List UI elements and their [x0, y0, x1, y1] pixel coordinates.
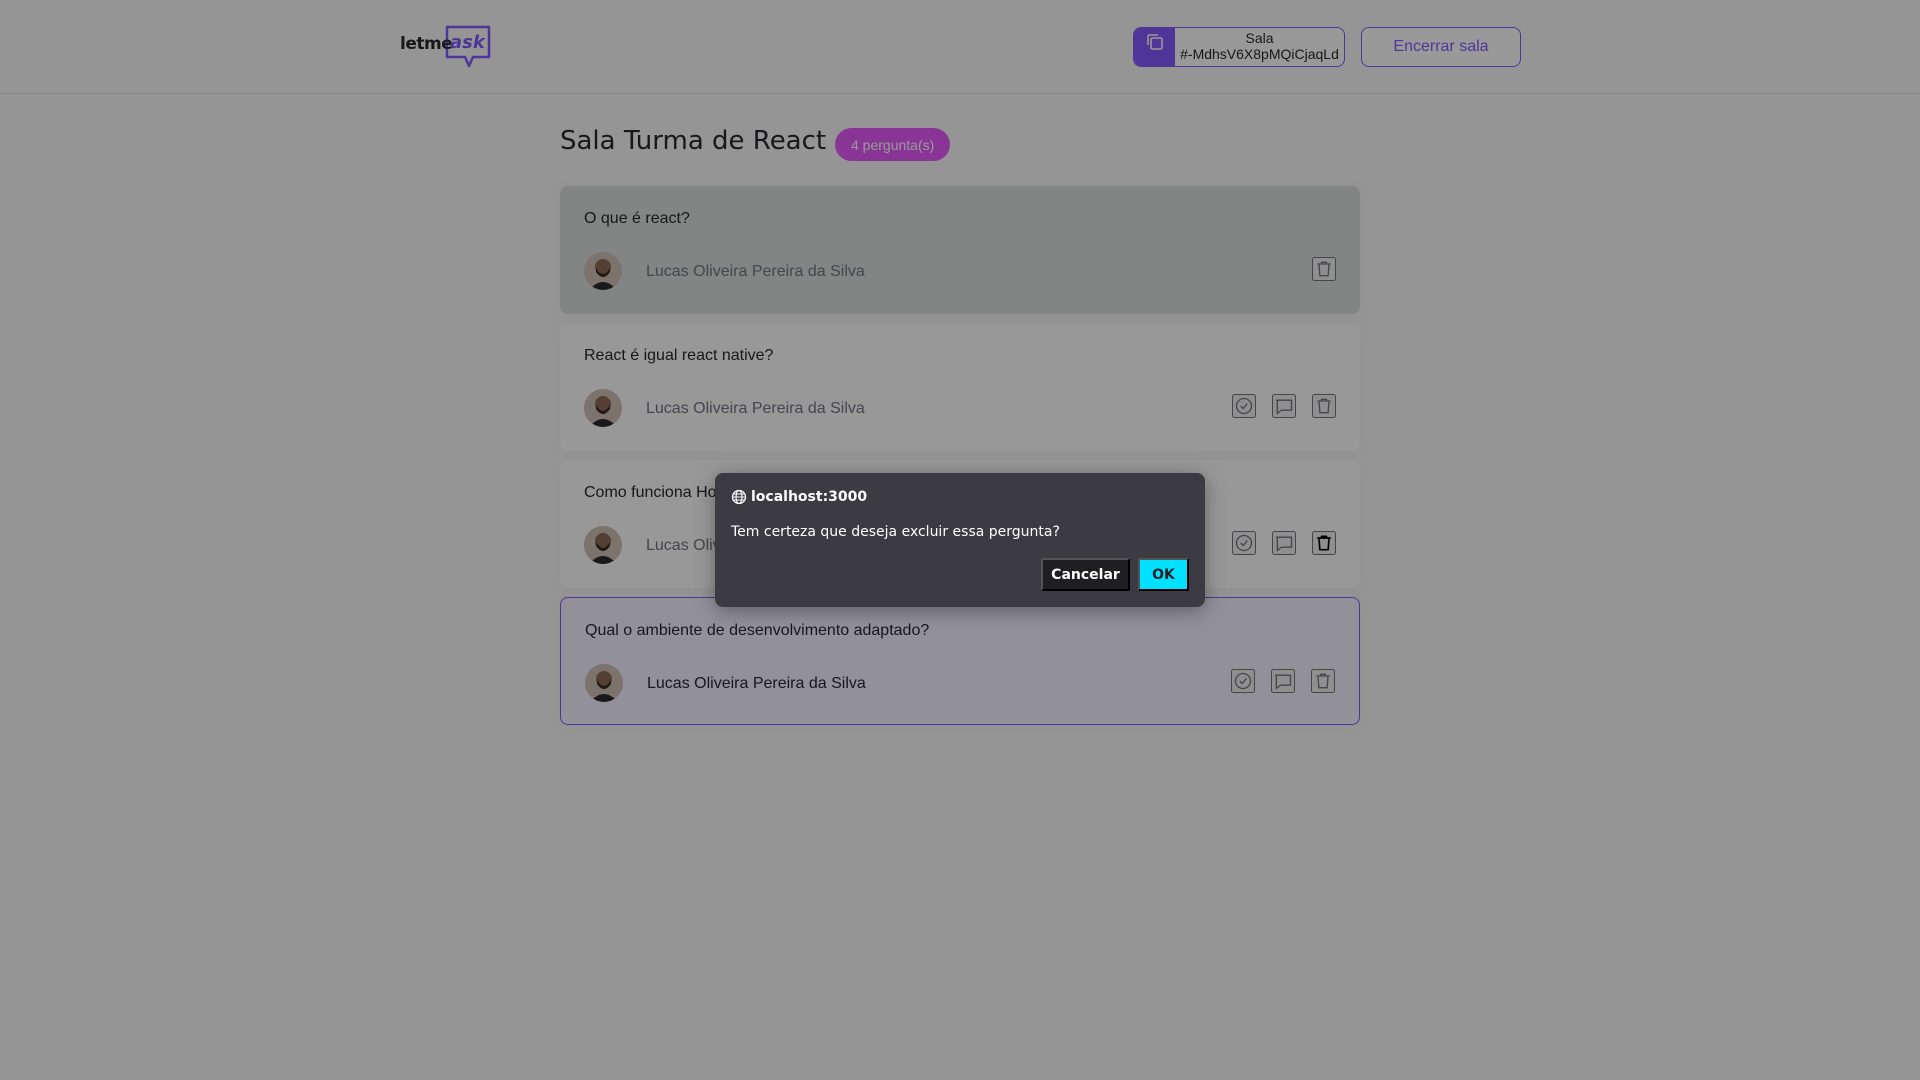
cancel-button[interactable]: Cancelar	[1041, 558, 1130, 591]
dialog-message: Tem certeza que deseja excluir essa perg…	[731, 524, 1060, 540]
dialog-origin-text: localhost:3000	[751, 489, 868, 505]
globe-icon	[731, 489, 747, 505]
dialog-origin: localhost:3000	[731, 489, 867, 505]
ok-button[interactable]: OK	[1138, 558, 1189, 591]
confirm-dialog: localhost:3000 Tem certeza que deseja ex…	[715, 473, 1205, 607]
